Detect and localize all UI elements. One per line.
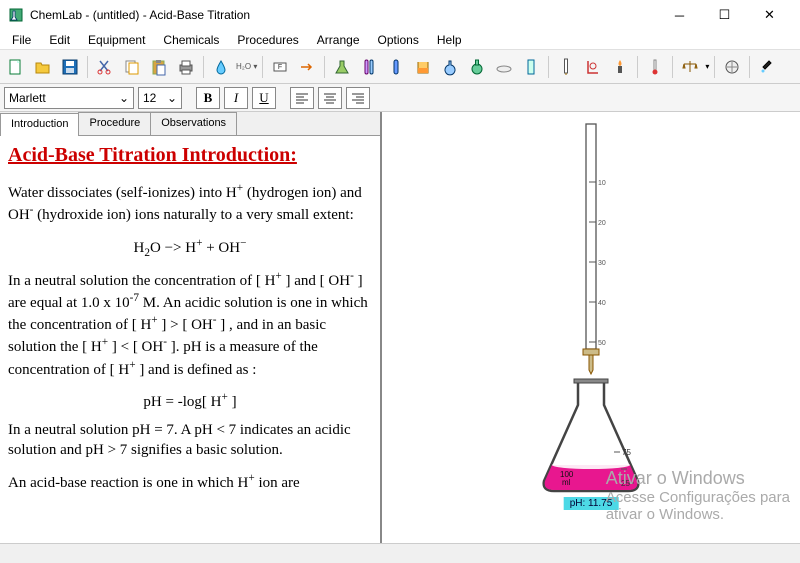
menu-bar: File Edit Equipment Chemicals Procedures… [0, 30, 800, 50]
flask-round-icon[interactable] [438, 55, 462, 79]
dish-icon[interactable] [492, 55, 516, 79]
print-button[interactable] [174, 55, 198, 79]
maximize-button[interactable]: ☐ [702, 1, 747, 29]
menu-options[interactable]: Options [370, 31, 427, 49]
tabs: Introduction Procedure Observations [0, 112, 380, 136]
h2o-label: H₂O ▾ [236, 62, 257, 71]
flask-erlenmeyer-icon[interactable] [330, 55, 354, 79]
new-button[interactable] [4, 55, 28, 79]
format-bar: Marlett⌄ 12⌄ B I U [0, 84, 800, 112]
svg-text:30: 30 [598, 260, 606, 267]
align-center-button[interactable] [318, 87, 342, 109]
bold-button[interactable]: B [196, 87, 220, 109]
minimize-button[interactable]: ─ [657, 1, 702, 29]
content-p4: An acid-base reaction is one in which H+… [8, 471, 372, 493]
status-bar [0, 543, 800, 563]
svg-text:75: 75 [622, 448, 631, 457]
align-left-button[interactable] [290, 87, 314, 109]
burette-icon[interactable] [554, 55, 578, 79]
svg-text:50: 50 [598, 340, 606, 347]
save-button[interactable] [58, 55, 82, 79]
window-title: ChemLab - (untitled) - Acid-Base Titrati… [30, 8, 657, 22]
ph-label: pH: 11.75 [564, 497, 619, 510]
tab-observations[interactable]: Observations [150, 112, 237, 135]
flask-graphic[interactable]: 75 25 100 ml [536, 377, 646, 497]
menu-arrange[interactable]: Arrange [309, 31, 368, 49]
svg-text:40: 40 [598, 300, 606, 307]
text-content[interactable]: Acid-Base Titration Introduction: Water … [0, 136, 380, 543]
stand-icon[interactable] [581, 55, 605, 79]
menu-help[interactable]: Help [429, 31, 470, 49]
content-p2: In a neutral solution the concentration … [8, 269, 372, 380]
thermometer-icon[interactable] [643, 55, 667, 79]
menu-chemicals[interactable]: Chemicals [155, 31, 227, 49]
lab-view[interactable]: 10 20 30 40 50 75 25 100 ml [382, 112, 800, 543]
title-bar: ChemLab - (untitled) - Acid-Base Titrati… [0, 0, 800, 30]
flask-florence-icon[interactable] [465, 55, 489, 79]
balance-dropdown[interactable]: ▾ [705, 62, 709, 71]
svg-text:10: 10 [598, 180, 606, 187]
svg-text:25: 25 [621, 479, 630, 488]
svg-text:ml: ml [562, 478, 571, 487]
dropper-icon[interactable] [755, 55, 779, 79]
left-pane: Introduction Procedure Observations Acid… [0, 112, 382, 543]
cut-button[interactable] [93, 55, 117, 79]
svg-text:F: F [278, 64, 282, 71]
content-p1: Water dissociates (self-ionizes) into H+… [8, 181, 372, 226]
toolbar: H₂O ▾ F ▾ [0, 50, 800, 84]
content-eq2: pH = -log[ H+ ] [8, 390, 372, 412]
content-eq1: H2O −> H+ + OH− [8, 236, 372, 261]
menu-file[interactable]: File [4, 31, 39, 49]
balance-icon[interactable] [678, 55, 702, 79]
main-area: Introduction Procedure Observations Acid… [0, 112, 800, 543]
copy-button[interactable] [120, 55, 144, 79]
tab-introduction[interactable]: Introduction [0, 113, 79, 136]
cylinder-icon[interactable] [519, 55, 543, 79]
font-select[interactable]: Marlett⌄ [4, 87, 134, 109]
italic-button[interactable]: I [224, 87, 248, 109]
centrifuge-icon[interactable] [720, 55, 744, 79]
menu-equipment[interactable]: Equipment [80, 31, 153, 49]
bunsen-icon[interactable] [608, 55, 632, 79]
burette-graphic[interactable]: 10 20 30 40 50 [571, 122, 611, 377]
app-icon [8, 7, 24, 23]
water-button[interactable] [209, 55, 233, 79]
content-heading: Acid-Base Titration Introduction: [8, 142, 372, 169]
arrow-button[interactable] [295, 55, 319, 79]
svg-text:20: 20 [598, 220, 606, 227]
test-tube-icon[interactable] [357, 55, 381, 79]
align-right-button[interactable] [346, 87, 370, 109]
menu-procedures[interactable]: Procedures [229, 31, 306, 49]
close-button[interactable]: ✕ [747, 1, 792, 29]
test-tube2-icon[interactable] [384, 55, 408, 79]
paste-button[interactable] [147, 55, 171, 79]
underline-button[interactable]: U [252, 87, 276, 109]
size-select[interactable]: 12⌄ [138, 87, 182, 109]
tab-procedure[interactable]: Procedure [78, 112, 151, 135]
menu-edit[interactable]: Edit [41, 31, 78, 49]
open-button[interactable] [31, 55, 55, 79]
content-p3: In a neutral solution pH = 7. A pH < 7 i… [8, 420, 372, 461]
label-button[interactable]: F [268, 55, 292, 79]
beaker-icon[interactable] [411, 55, 435, 79]
